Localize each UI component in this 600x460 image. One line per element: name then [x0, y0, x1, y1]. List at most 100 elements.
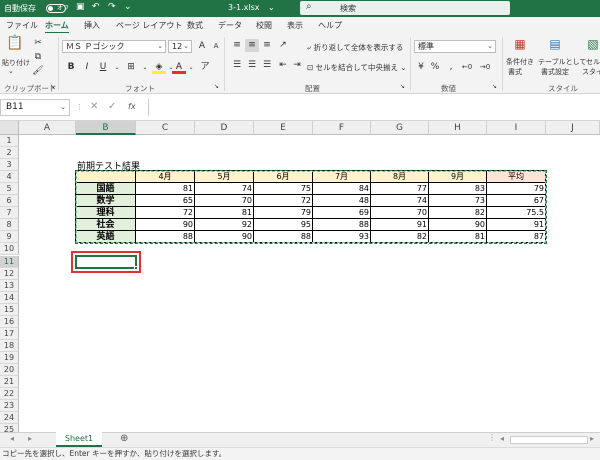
- decrease-indent-icon[interactable]: ⇤: [276, 59, 290, 72]
- row-header-9[interactable]: 9: [0, 231, 19, 244]
- merge-center-button[interactable]: ⊡ セルを結合して中央揃え ⌄: [307, 62, 407, 73]
- next-sheet-icon[interactable]: ▸: [28, 434, 32, 443]
- prev-sheet-icon[interactable]: ◂: [10, 434, 14, 443]
- number-format-select[interactable]: 標準 ⌄: [414, 40, 496, 53]
- score-cell[interactable]: 72: [254, 195, 313, 208]
- header-cell[interactable]: 4月: [136, 171, 195, 184]
- add-sheet-icon[interactable]: ⊕: [120, 433, 128, 444]
- score-cell[interactable]: 67: [487, 195, 546, 208]
- tab-formulas[interactable]: 数式: [187, 20, 203, 31]
- row-header-18[interactable]: 18: [0, 339, 19, 352]
- subject-cell[interactable]: 理科: [76, 207, 136, 220]
- score-cell[interactable]: 90: [429, 219, 487, 232]
- cancel-entry-icon[interactable]: ✕: [90, 101, 98, 112]
- tab-review[interactable]: 校閲: [256, 20, 272, 31]
- font-size-select[interactable]: 12 ⌄: [168, 40, 192, 53]
- score-cell[interactable]: 72: [136, 207, 195, 220]
- sheet-tab-sheet1[interactable]: Sheet1: [56, 432, 102, 447]
- name-box[interactable]: B11 ⌄: [0, 99, 70, 116]
- row-header-19[interactable]: 19: [0, 351, 19, 364]
- row-header-14[interactable]: 14: [0, 291, 19, 304]
- header-cell[interactable]: 5月: [195, 171, 254, 184]
- score-cell[interactable]: 91: [371, 219, 429, 232]
- row-header-5[interactable]: 5: [0, 183, 19, 196]
- score-cell[interactable]: 90: [136, 219, 195, 232]
- confirm-entry-icon[interactable]: ✓: [108, 101, 116, 112]
- column-header-i[interactable]: I: [487, 121, 546, 135]
- row-header-1[interactable]: 1: [0, 135, 19, 148]
- score-cell[interactable]: 70: [371, 207, 429, 220]
- subject-cell[interactable]: 英語: [76, 231, 136, 244]
- borders-icon[interactable]: ⊞: [124, 61, 138, 74]
- score-cell[interactable]: 69: [313, 207, 371, 220]
- increase-decimal-icon[interactable]: ←0: [460, 61, 474, 74]
- score-cell[interactable]: 84: [313, 183, 371, 196]
- header-cell[interactable]: 6月: [254, 171, 313, 184]
- score-cell[interactable]: 81: [429, 231, 487, 244]
- score-cell[interactable]: 90: [195, 231, 254, 244]
- increase-font-button[interactable]: A: [195, 40, 209, 53]
- number-launcher-icon[interactable]: ↘: [492, 83, 497, 90]
- subject-cell[interactable]: 国語: [76, 183, 136, 196]
- column-header-c[interactable]: C: [136, 121, 195, 135]
- score-cell[interactable]: 91: [487, 219, 546, 232]
- row-header-22[interactable]: 22: [0, 388, 19, 401]
- conditional-formatting-icon[interactable]: ▦: [512, 38, 528, 54]
- score-cell[interactable]: 70: [195, 195, 254, 208]
- format-as-table-button[interactable]: テーブルとして: [538, 57, 586, 67]
- align-middle-icon[interactable]: ≡: [245, 39, 259, 52]
- select-all-button[interactable]: [0, 121, 19, 135]
- row-header-2[interactable]: 2: [0, 147, 19, 160]
- score-cell[interactable]: 65: [136, 195, 195, 208]
- phonetic-icon[interactable]: ア: [198, 61, 212, 74]
- align-right-icon[interactable]: ☰: [260, 59, 274, 72]
- header-cell[interactable]: 平均: [487, 171, 546, 184]
- alignment-launcher-icon[interactable]: ↘: [400, 83, 405, 90]
- score-cell[interactable]: 73: [429, 195, 487, 208]
- underline-dropdown-icon[interactable]: ⌄: [110, 61, 124, 74]
- score-cell[interactable]: 95: [254, 219, 313, 232]
- row-header-21[interactable]: 21: [0, 376, 19, 389]
- score-cell[interactable]: 75: [254, 183, 313, 196]
- formula-input[interactable]: [148, 99, 600, 116]
- font-color-dropdown-icon[interactable]: ⌄: [184, 61, 198, 74]
- row-header-24[interactable]: 24: [0, 412, 19, 425]
- row-header-20[interactable]: 20: [0, 363, 19, 376]
- row-header-11[interactable]: 11: [0, 255, 19, 268]
- score-cell[interactable]: 82: [371, 231, 429, 244]
- fill-handle[interactable]: [134, 265, 138, 270]
- header-cell[interactable]: [76, 171, 136, 184]
- sheet-bar-handle-icon[interactable]: ⋮: [488, 433, 496, 442]
- customize-quick-access-icon[interactable]: ⌄: [124, 2, 132, 12]
- insert-function-button[interactable]: fx: [128, 102, 136, 111]
- row-header-6[interactable]: 6: [0, 195, 19, 208]
- orientation-icon[interactable]: ↗: [276, 39, 290, 52]
- paste-dropdown-icon[interactable]: ⌄: [8, 67, 14, 75]
- font-name-select[interactable]: ＭＳ Ｐゴシック ⌄: [62, 40, 166, 53]
- column-header-a[interactable]: A: [19, 121, 76, 135]
- column-header-f[interactable]: F: [313, 121, 371, 135]
- cell-styles-button[interactable]: セル: [586, 57, 600, 67]
- column-header-h[interactable]: H: [429, 121, 487, 135]
- bold-button[interactable]: B: [64, 61, 78, 74]
- row-header-12[interactable]: 12: [0, 267, 19, 280]
- row-header-3[interactable]: 3: [0, 159, 19, 172]
- scroll-right-icon[interactable]: ▸: [590, 434, 594, 443]
- subject-cell[interactable]: 社会: [76, 219, 136, 232]
- align-left-icon[interactable]: ☰: [230, 59, 244, 72]
- score-cell[interactable]: 88: [313, 219, 371, 232]
- copy-icon[interactable]: ⧉: [31, 51, 45, 64]
- horizontal-scrollbar[interactable]: [510, 436, 588, 444]
- header-cell[interactable]: 7月: [313, 171, 371, 184]
- comma-style-icon[interactable]: ,: [444, 61, 458, 74]
- conditional-formatting-button[interactable]: 条件付き: [506, 57, 534, 67]
- italic-button[interactable]: I: [80, 61, 94, 74]
- align-center-icon[interactable]: ☰: [245, 59, 259, 72]
- align-top-icon[interactable]: ≡: [230, 39, 244, 52]
- formula-bar-handle-icon[interactable]: ⋮: [76, 103, 83, 111]
- tab-home[interactable]: ホーム: [45, 20, 69, 34]
- worksheet-grid[interactable]: ABCDEFGHIJ 1 2 3 4 5 6 7 8 9 10 11 12 13 14 15 16 17 18 19…: [0, 121, 600, 432]
- row-header-10[interactable]: 10: [0, 243, 19, 256]
- tab-page-layout[interactable]: ページ レイアウト: [116, 20, 182, 31]
- row-header-4[interactable]: 4: [0, 171, 19, 184]
